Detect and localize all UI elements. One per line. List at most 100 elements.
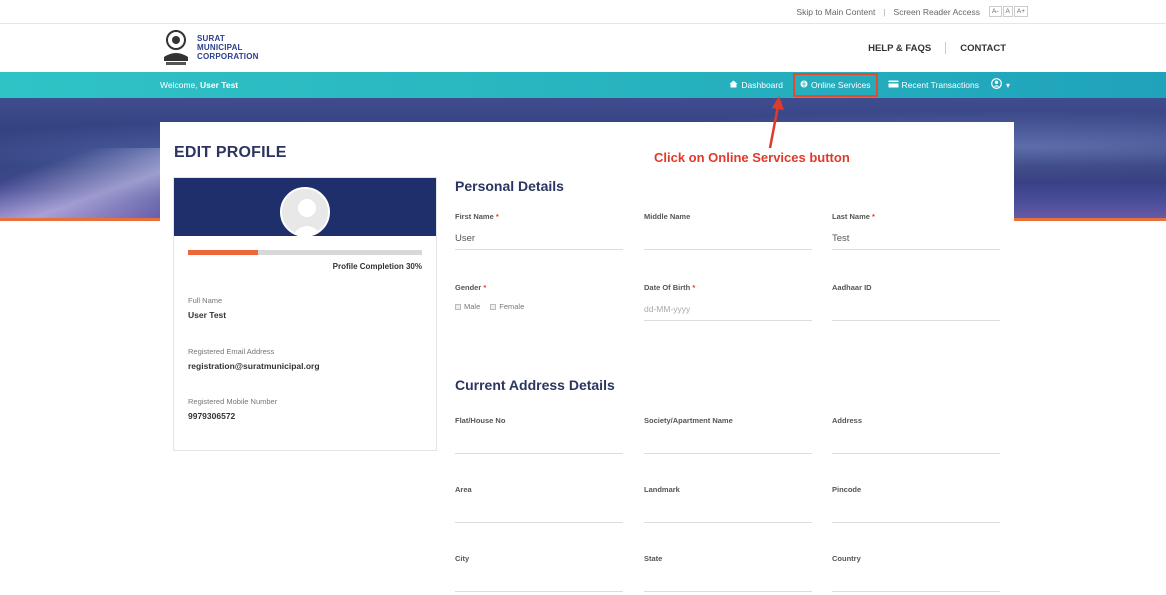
middle-name-label: Middle Name [644,212,691,221]
annotation-arrow [768,96,784,149]
font-increase-button[interactable]: A+ [1013,6,1028,17]
country-input[interactable] [832,572,1000,592]
help-faqs-link[interactable]: HELP & FAQS [868,43,931,54]
mobile-label: Registered Mobile Number [188,397,278,406]
mobile-value: 9979306572 [188,411,236,421]
area-field: Area [455,485,623,523]
welcome-username: User Test [200,80,239,90]
address-details-heading: Current Address Details [455,377,615,393]
last-name-field: Last Name * Test [832,212,1000,250]
gender-field: Gender * Male Female [455,283,623,311]
pincode-field: Pincode [832,485,1000,523]
dob-label: Date Of Birth * [644,283,696,292]
state-label: State [644,554,663,563]
logo-line-3: CORPORATION [197,51,259,61]
society-field: Society/Apartment Name [644,416,812,454]
globe-icon [800,80,808,90]
nav-online-services[interactable]: Online Services [792,73,878,97]
font-size-controls: A- A A+ [988,6,1028,17]
radio-icon [490,303,497,310]
address-field: Address [832,416,1000,454]
font-decrease-button[interactable]: A- [989,6,1002,17]
last-name-input[interactable]: Test [832,230,1000,250]
city-field: City [455,554,623,592]
profile-completion-fill [188,250,259,255]
society-label: Society/Apartment Name [644,416,733,425]
nav-recent-transactions-label: Recent Transactions [901,80,979,90]
state-input[interactable] [644,572,812,592]
pincode-label: Pincode [832,485,862,494]
contact-link[interactable]: CONTACT [960,43,1006,54]
separator: | [883,6,886,17]
first-name-input[interactable]: User [455,230,623,250]
area-input[interactable] [455,503,623,523]
gender-male-radio[interactable]: Male [455,302,480,311]
page-title: EDIT PROFILE [174,144,287,161]
chevron-down-icon: ▾ [1005,80,1010,90]
landmark-input[interactable] [644,503,812,523]
instruction-annotation: Click on Online Services button [654,150,850,165]
address-input[interactable] [832,434,1000,454]
middle-name-input[interactable] [644,230,812,250]
gender-options: Male Female [455,302,623,311]
screen-reader-access-link[interactable]: Screen Reader Access [894,7,980,17]
profile-summary-panel: Profile Completion 30% Full Name User Te… [173,177,437,451]
last-name-label: Last Name * [832,212,875,221]
email-value: registration@suratmunicipal.org [188,361,320,371]
area-label: Area [455,485,472,494]
middle-name-field: Middle Name [644,212,812,250]
first-name-field: First Name * User [455,212,623,250]
gender-female-radio[interactable]: Female [490,302,524,311]
city-label: City [455,554,470,563]
aadhaar-input[interactable] [832,301,1000,321]
flat-field: Flat/House No [455,416,623,454]
country-label: Country [832,554,861,563]
nav-recent-transactions[interactable]: Recent Transactions [882,72,985,98]
skip-to-main-content-link[interactable]: Skip to Main Content [796,7,875,17]
email-label: Registered Email Address [188,347,275,356]
landmark-field: Landmark [644,485,812,523]
nav-online-services-label: Online Services [810,80,871,90]
logo-text: SURAT MUNICIPAL CORPORATION [197,34,259,61]
radio-icon [455,303,461,310]
profile-completion-text: Profile Completion 30% [332,262,422,271]
welcome-prefix: Welcome, [160,80,198,90]
utility-bar: Skip to Main Content | Screen Reader Acc… [0,0,1166,24]
user-menu-button[interactable]: ▾ [985,72,1016,98]
user-icon [991,78,1002,92]
logo-line-2: MUNICIPAL [197,42,243,52]
state-field: State [644,554,812,592]
dob-field: Date Of Birth * dd-MM-yyyy [644,283,812,321]
header-links: HELP & FAQS CONTACT [868,42,1006,54]
smc-emblem-icon [160,27,192,67]
gender-label: Gender * [455,283,487,292]
full-name-label: Full Name [188,296,223,305]
font-normal-button[interactable]: A [1002,6,1013,17]
aadhaar-label: Aadhaar ID [832,283,872,292]
landmark-label: Landmark [644,485,680,494]
profile-completion-bar [188,250,422,255]
personal-details-heading: Personal Details [455,178,564,194]
city-input[interactable] [455,572,623,592]
site-header: SURAT MUNICIPAL CORPORATION HELP & FAQS … [0,24,1166,72]
main-navbar: Welcome, User Test Dashboard Online Serv… [0,72,1166,98]
utility-links: Skip to Main Content | Screen Reader Acc… [796,6,1028,17]
logo-line-1: SURAT [197,33,225,43]
dob-input[interactable]: dd-MM-yyyy [644,301,812,321]
nav-items: Dashboard Online Services Recent Transac… [723,72,1016,98]
full-name-value: User Test [188,310,227,320]
smc-logo[interactable]: SURAT MUNICIPAL CORPORATION [160,27,259,67]
avatar[interactable] [280,187,330,237]
nav-dashboard[interactable]: Dashboard [723,72,789,98]
society-input[interactable] [644,434,812,454]
country-field: Country [832,554,1000,592]
flat-label: Flat/House No [455,416,506,425]
edit-profile-card: EDIT PROFILE Click on Online Services bu… [160,96,1014,595]
flat-input[interactable] [455,434,623,454]
card-icon [888,80,899,90]
pincode-input[interactable] [832,503,1000,523]
nav-dashboard-label: Dashboard [741,80,783,90]
welcome-message: Welcome, User Test [160,80,238,90]
first-name-label: First Name * [455,212,499,221]
profile-header [174,178,436,237]
